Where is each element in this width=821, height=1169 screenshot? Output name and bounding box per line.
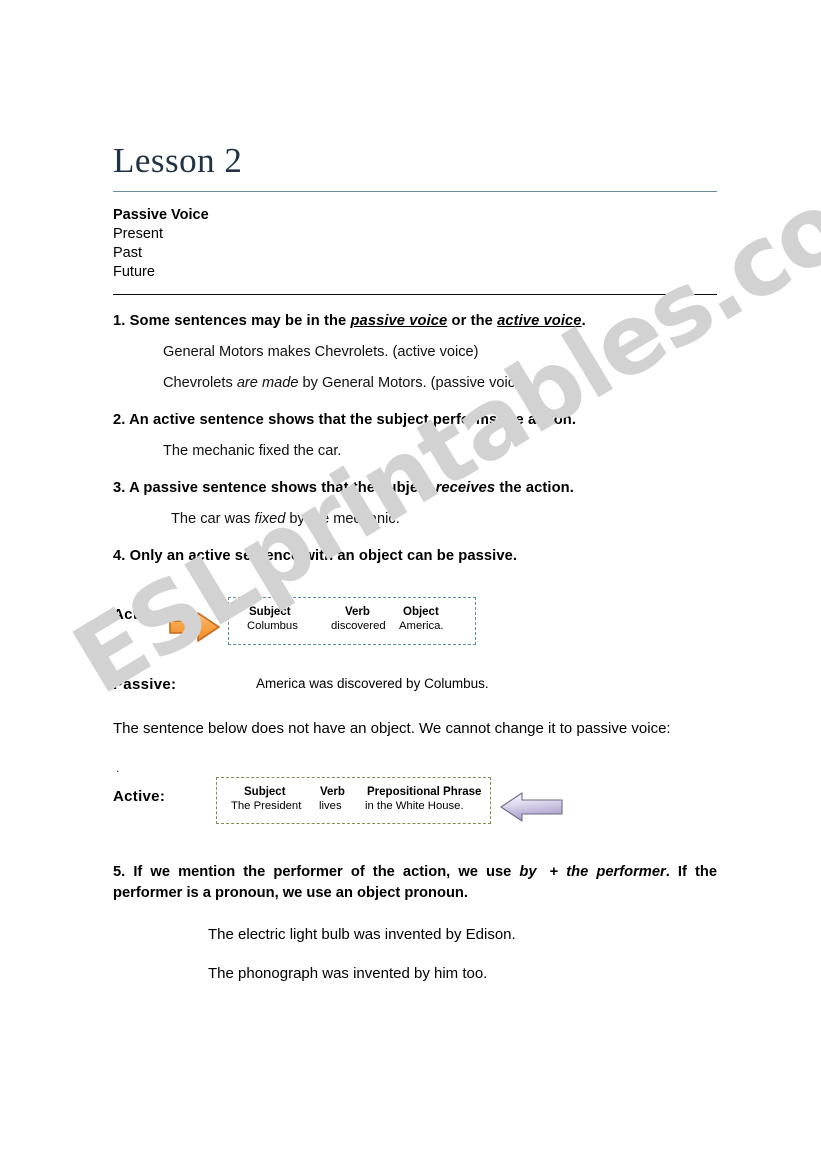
rule-1-example-2: Chevrolets are made by General Motors. (… (163, 374, 717, 393)
subheading-divider-wrap (113, 287, 717, 295)
svo-value-subject: Columbus (247, 620, 298, 633)
rule-1-example-1: General Motors makes Chevrolets. (active… (163, 343, 479, 360)
svo-cell-prepositional-phrase: Prepositional Phrase in the White House. (365, 785, 481, 813)
subheading-divider (113, 293, 717, 295)
subheading-block: Passive Voice Present Past Future (113, 192, 717, 287)
subheading-passive-voice: Passive Voice (113, 207, 209, 223)
diagram-active-2: . Active: Subject The President Verb liv… (113, 761, 717, 832)
passive-row-label: Passive: (113, 675, 177, 693)
rule-1-example-2-italic: are made (236, 374, 299, 391)
rule-3-example-1: The car was fixed by the mechanic. (171, 510, 717, 529)
worksheet-page: Lesson 2 Passive Voice Present Past Futu… (0, 0, 821, 1169)
diagram-1-label: Active: (113, 605, 166, 623)
rule-2: 2. An active sentence shows that the sub… (113, 411, 577, 428)
rule-5-italic-performer: the performer (566, 863, 666, 880)
rule-2-example-1: The mechanic fixed the car. (163, 442, 342, 459)
left-arrow-icon (498, 788, 568, 831)
svo-head-object: Object (403, 605, 439, 618)
svo-value-prepositional-phrase: in the White House. (365, 799, 464, 812)
rule-5-text-a: 5. If we mention the performer of the ac… (113, 863, 520, 880)
rule-5-example-2: The phonograph was invented by him too. (208, 965, 488, 983)
svo-value-subject-2: The President (231, 799, 302, 812)
rule-5: 5. If we mention the performer of the ac… (113, 862, 717, 905)
svo-head-subject: Subject (249, 605, 291, 618)
rule-3: 3. A passive sentence shows that the sub… (113, 479, 717, 498)
subheading-past: Past (113, 245, 143, 262)
rule-1: 1. Some sentences may be in the passive … (113, 312, 717, 331)
rule-1-example-2-a: Chevrolets (163, 374, 237, 391)
rule-1-example-2-b: by General Motors. (passive voice) (298, 374, 528, 391)
svo-cell-object: Object America. (399, 605, 444, 633)
svo-cell-verb-2: Verb lives (319, 785, 345, 813)
passive-row-sentence: America was discovered by Columbus. (256, 675, 489, 691)
svo-box-active-2: Subject The President Verb lives Preposi… (216, 776, 491, 824)
diagram-active-1: Active: Subject Columbus Verb discovered… (113, 592, 717, 650)
rule-1-term-active: active voice (497, 312, 582, 329)
rule-1-text-end: . (581, 312, 586, 329)
page-title: Lesson 2 (113, 141, 243, 180)
rule-5-plus: + (549, 863, 567, 880)
rule-3-example-a: The car was (171, 510, 255, 527)
svo-value-verb: discovered (331, 620, 386, 633)
diagram-2-label: Active: (113, 787, 166, 805)
rule-3-example-italic: fixed (254, 510, 286, 527)
rule-3-text-b: the action. (495, 479, 574, 496)
svo-head-verb: Verb (345, 605, 370, 618)
note-paragraph: The sentence below does not have an obje… (113, 719, 671, 737)
rule-5-italic-by: by (519, 863, 537, 880)
rule-4: 4. Only an active sentence with an objec… (113, 547, 518, 564)
svo-cell-subject-2: Subject The President (231, 785, 301, 813)
rule-1-term-passive: passive voice (350, 312, 448, 329)
rule-5-example-1: The electric light bulb was invented by … (208, 926, 516, 944)
passive-row: Passive: America was discovered by Colum… (113, 662, 717, 694)
subheading-present: Present (113, 226, 163, 243)
svo-head-prepositional-phrase: Prepositional Phrase (367, 785, 482, 798)
svo-cell-subject: Subject Columbus (247, 605, 298, 633)
stray-mark: . (116, 760, 120, 775)
svo-head-verb-2: Verb (320, 785, 345, 798)
rule-3-text-a: 3. A passive sentence shows that the sub… (113, 479, 436, 496)
rule-1-text-mid: or the (447, 312, 498, 329)
svo-value-object: America. (399, 620, 444, 633)
rule-3-italic-receives: receives (435, 479, 496, 496)
svo-head-subject-2: Subject (244, 785, 286, 798)
rule-1-text-a: 1. Some sentences may be in the (113, 312, 351, 329)
svo-cell-verb: Verb discovered (331, 605, 386, 633)
subheading-future: Future (113, 264, 155, 281)
page-content: Lesson 2 Passive Voice Present Past Futu… (113, 140, 717, 982)
right-arrow-icon (168, 610, 222, 649)
svo-value-verb-2: lives (319, 799, 342, 812)
rule-3-example-b: by the mechanic. (285, 510, 400, 527)
svo-box-active-1: Subject Columbus Verb discovered Object … (228, 596, 476, 645)
